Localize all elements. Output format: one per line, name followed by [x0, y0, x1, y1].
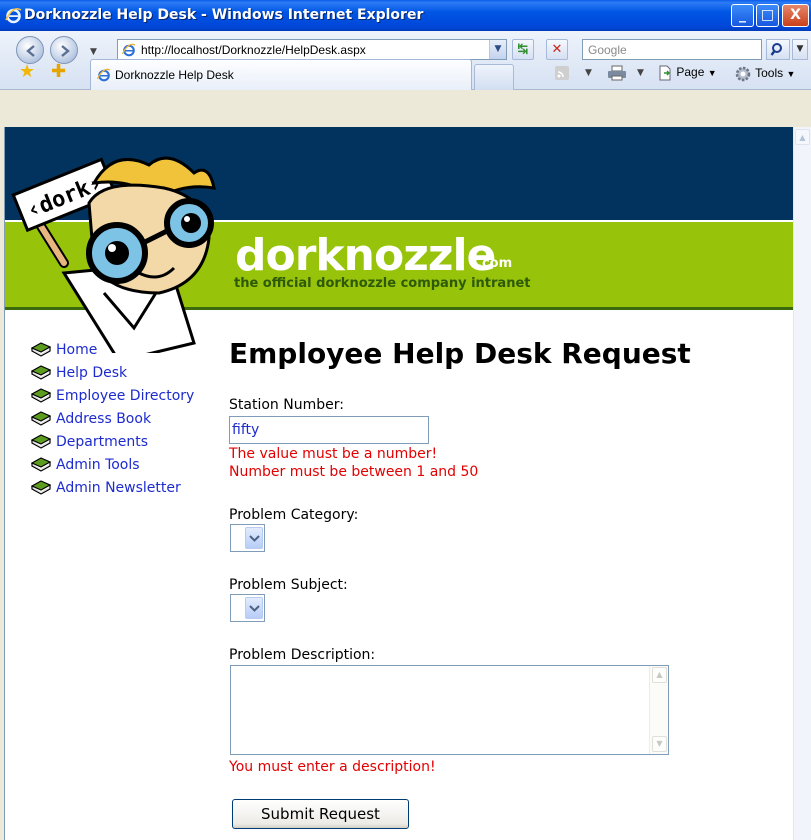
problem-subject-select[interactable]	[230, 594, 265, 622]
close-icon: X	[790, 7, 801, 23]
print-button[interactable]	[607, 65, 627, 81]
search-placeholder: Google	[588, 43, 627, 57]
book-icon	[31, 342, 51, 357]
page-menu-icon	[659, 65, 671, 81]
search-options-dropdown-icon[interactable]: ▼	[792, 39, 808, 60]
window-title: Dorknozzle Help Desk - Windows Internet …	[24, 7, 424, 23]
stop-button[interactable]: ✕	[546, 39, 568, 60]
description-scrollbar[interactable]: ▲ ▼	[649, 666, 668, 754]
add-favorites-icon[interactable]: ✚	[51, 63, 66, 81]
rss-feed-icon	[555, 66, 569, 80]
minimize-button[interactable]: _	[731, 4, 754, 27]
nav-label[interactable]: Help Desk	[56, 365, 127, 381]
tools-menu-dropdown-icon: ▼	[786, 69, 796, 80]
page-icon	[122, 43, 136, 57]
page-scroll-up-icon[interactable]: ▲	[795, 129, 810, 145]
station-number-error-range: Number must be between 1 and 50	[229, 464, 479, 480]
scroll-down-icon[interactable]: ▼	[652, 736, 667, 752]
search-box[interactable]: Google	[582, 39, 762, 60]
submit-request-button[interactable]: Submit Request	[232, 799, 409, 829]
address-bar[interactable]: http://localhost/Dorknozzle/HelpDesk.asp…	[117, 39, 507, 60]
page-menu-dropdown-icon: ▼	[707, 68, 717, 79]
refresh-icon: ↹	[517, 42, 529, 57]
maximize-icon: □	[760, 7, 775, 23]
printer-icon	[608, 65, 626, 81]
page-title: Employee Help Desk Request	[229, 337, 691, 370]
gear-icon	[735, 66, 751, 82]
page-menu-label: Page	[676, 65, 705, 80]
problem-category-label: Problem Category:	[229, 507, 359, 523]
nav-label[interactable]: Employee Directory	[56, 388, 194, 404]
print-dropdown-icon[interactable]: ▼	[637, 68, 644, 78]
nav-label[interactable]: Address Book	[56, 411, 151, 427]
close-window-button[interactable]: X	[782, 4, 809, 27]
minimize-icon: _	[739, 7, 746, 23]
feeds-dropdown-icon[interactable]: ▼	[585, 68, 592, 78]
feeds-button[interactable]	[554, 65, 570, 81]
scroll-up-icon[interactable]: ▲	[652, 667, 667, 683]
tab-page-icon	[97, 68, 111, 82]
address-url[interactable]: http://localhost/Dorknozzle/HelpDesk.asp…	[141, 43, 366, 57]
station-number-field[interactable]	[229, 416, 429, 444]
problem-description-textarea[interactable]: ▲ ▼	[230, 665, 669, 755]
tab-label: Dorknozzle Help Desk	[115, 68, 234, 82]
window-title-bar: Dorknozzle Help Desk - Windows Internet …	[0, 0, 811, 31]
book-icon	[31, 480, 51, 495]
book-icon	[31, 457, 51, 472]
refresh-button[interactable]: ↹	[512, 39, 534, 60]
book-icon	[31, 365, 51, 380]
tools-menu-button[interactable]: Tools ▼	[734, 65, 795, 83]
stop-icon: ✕	[551, 42, 563, 57]
chevron-down-icon	[249, 605, 260, 612]
problem-description-label: Problem Description:	[229, 647, 376, 663]
tab-dorknozzle-help-desk[interactable]: Dorknozzle Help Desk	[90, 59, 472, 90]
problem-subject-label: Problem Subject:	[229, 577, 348, 593]
problem-description-error: You must enter a description!	[229, 759, 436, 775]
page-menu-button[interactable]: Page ▼	[657, 65, 717, 81]
brand-tagline: the official dorknozzle company intranet	[234, 276, 531, 291]
page-scrollbar[interactable]: ▲	[793, 127, 811, 840]
nav-label[interactable]: Home	[56, 342, 97, 358]
problem-category-select[interactable]	[230, 524, 265, 552]
forward-arrow-icon	[61, 45, 70, 57]
problem-subject-dropdown-button[interactable]	[245, 597, 263, 619]
dorknozzle-mascot-logo: ‹dork›	[11, 156, 216, 353]
problem-category-dropdown-button[interactable]	[245, 527, 263, 549]
favorites-center-icon[interactable]: ★	[19, 63, 35, 81]
ie-logo-icon	[5, 7, 22, 24]
page-viewport: ‹dork› dorknozzle .com the official dork…	[4, 127, 793, 840]
book-icon	[31, 411, 51, 426]
new-tab-button[interactable]	[474, 64, 514, 90]
history-dropdown-icon[interactable]: ▼	[90, 47, 97, 57]
book-icon	[31, 434, 51, 449]
address-dropdown-icon[interactable]: ▼	[489, 40, 506, 59]
back-button[interactable]	[16, 36, 44, 64]
station-number-input[interactable]	[230, 417, 428, 443]
nav-label[interactable]: Admin Tools	[56, 457, 140, 473]
chevron-down-icon	[249, 535, 260, 542]
station-number-label: Station Number:	[229, 397, 344, 413]
maximize-button[interactable]: □	[756, 4, 779, 27]
book-icon	[31, 388, 51, 403]
tools-menu-label: Tools	[755, 66, 784, 81]
search-button[interactable]	[766, 39, 790, 60]
brand-domain-suffix: .com	[477, 256, 513, 271]
back-arrow-icon	[26, 45, 35, 57]
brand-name: dorknozzle	[235, 230, 496, 281]
nav-label[interactable]: Departments	[56, 434, 148, 450]
station-number-error-type: The value must be a number!	[229, 446, 438, 462]
search-icon	[770, 43, 782, 56]
nav-label[interactable]: Admin Newsletter	[56, 480, 181, 496]
forward-button[interactable]	[50, 36, 78, 64]
